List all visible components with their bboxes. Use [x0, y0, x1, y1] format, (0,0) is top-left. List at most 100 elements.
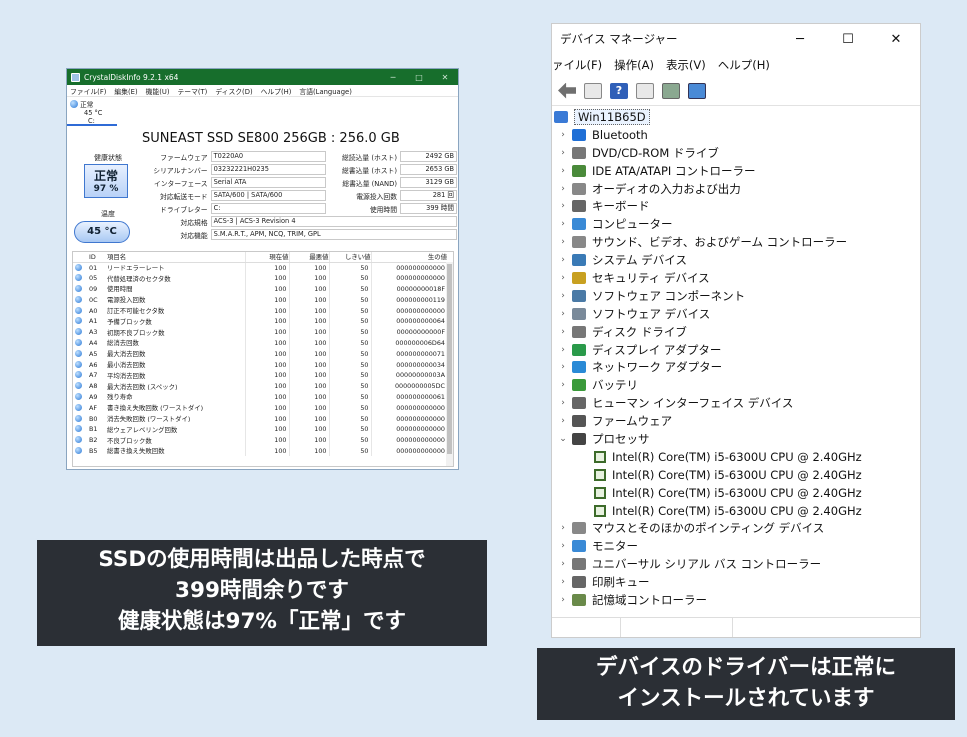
tree-category[interactable]: › ソフトウェア コンポーネント — [552, 287, 920, 305]
smart-row[interactable]: A7 平均消去回数 100 100 50 00000000003A — [73, 369, 447, 381]
tree-category[interactable]: › モニター — [552, 537, 920, 555]
chevron-right-icon[interactable]: › — [558, 273, 568, 283]
col-current[interactable]: 現在値 — [244, 252, 289, 263]
smart-row[interactable]: 05 代替処理済のセクタ数 100 100 50 000000000000 — [73, 272, 447, 284]
tree-device-processor[interactable]: Intel(R) Core(TM) i5-6300U CPU @ 2.40GHz — [552, 484, 920, 502]
chevron-right-icon[interactable]: › — [558, 523, 568, 533]
smart-row[interactable]: A0 訂正不可能セクタ数 100 100 50 000000000000 — [73, 305, 447, 316]
back-icon[interactable] — [558, 82, 576, 99]
view-icon[interactable] — [636, 82, 654, 99]
tree-category[interactable]: › オーディオの入力および出力 — [552, 180, 920, 198]
smart-row[interactable]: AF 書き換え失敗回数 (ワーストダイ) 100 100 50 000000000000 — [73, 402, 447, 414]
smart-row[interactable]: A6 最小消去回数 100 100 50 000000000034 — [73, 359, 447, 370]
menu-theme[interactable]: テーマ(T) — [177, 86, 207, 96]
menu-help[interactable]: ヘルプ(H) — [261, 86, 292, 96]
smart-row[interactable]: A9 残り寿命 100 100 50 000000000061 — [73, 391, 447, 403]
tree-category[interactable]: › サウンド、ビデオ、およびゲーム コントローラー — [552, 233, 920, 251]
chevron-right-icon[interactable]: › — [558, 184, 568, 194]
menu-disk[interactable]: ディスク(D) — [215, 86, 252, 96]
tree-category[interactable]: › IDE ATA/ATAPI コントローラー — [552, 162, 920, 180]
tree-category[interactable]: › Bluetooth — [552, 126, 920, 144]
smart-row[interactable]: 09 使用時間 100 100 50 00000000018F — [73, 283, 447, 295]
tree-category[interactable]: › マウスとそのほかのポインティング デバイス — [552, 519, 920, 537]
monitor-icon[interactable] — [688, 82, 706, 99]
smart-row[interactable]: A8 最大消去回数 (スペック) 100 100 50 0000000005DC — [73, 380, 447, 392]
minimize-icon[interactable]: ─ — [776, 32, 824, 47]
tree-category[interactable]: › ヒューマン インターフェイス デバイス — [552, 394, 920, 412]
chevron-right-icon[interactable]: › — [558, 327, 568, 337]
properties-icon[interactable] — [584, 82, 602, 99]
chevron-right-icon[interactable]: › — [558, 398, 568, 408]
smart-scroll-thumb[interactable] — [447, 264, 452, 454]
menu-help[interactable]: ヘルプ(H) — [718, 57, 770, 73]
chevron-right-icon[interactable]: › — [558, 380, 568, 390]
tree-category[interactable]: › セキュリティ デバイス — [552, 269, 920, 287]
chevron-right-icon[interactable]: › — [558, 362, 568, 372]
disk-tab-c[interactable]: 正常 45 °C C: — [67, 98, 117, 126]
chevron-right-icon[interactable]: › — [558, 577, 568, 587]
chevron-right-icon[interactable]: › — [558, 541, 568, 551]
close-icon[interactable]: ✕ — [432, 73, 458, 82]
smart-row[interactable]: B5 総書き換え失敗回数 100 100 50 000000000000 — [73, 445, 447, 457]
menu-language[interactable]: 言語(Language) — [299, 86, 351, 96]
tree-category[interactable]: › ディスク ドライブ — [552, 323, 920, 341]
tree-category[interactable]: › ファームウェア — [552, 412, 920, 430]
chevron-right-icon[interactable]: › — [558, 416, 568, 426]
chevron-right-icon[interactable]: › — [558, 166, 568, 176]
chevron-right-icon[interactable]: › — [558, 595, 568, 605]
tree-device-processor[interactable]: Intel(R) Core(TM) i5-6300U CPU @ 2.40GHz — [552, 502, 920, 520]
tree-category[interactable]: › ネットワーク アダプター — [552, 358, 920, 376]
tree-category[interactable]: › ソフトウェア デバイス — [552, 305, 920, 323]
menu-file[interactable]: ファイル(F) — [70, 86, 106, 96]
chevron-right-icon[interactable]: › — [558, 148, 568, 158]
tree-category[interactable]: › コンピューター — [552, 215, 920, 233]
smart-row[interactable]: B2 不良ブロック数 100 100 50 000000000000 — [73, 434, 447, 446]
chevron-right-icon[interactable]: › — [558, 219, 568, 229]
tree-category[interactable]: › キーボード — [552, 197, 920, 215]
chevron-right-icon[interactable]: › — [558, 201, 568, 211]
chevron-right-icon[interactable]: › — [558, 255, 568, 265]
tree-device-processor[interactable]: Intel(R) Core(TM) i5-6300U CPU @ 2.40GHz — [552, 448, 920, 466]
smart-row[interactable]: B1 総ウェアレベリング回数 100 100 50 000000000000 — [73, 423, 447, 435]
chevron-down-icon[interactable]: ⌄ — [558, 434, 568, 444]
tree-category[interactable]: › DVD/CD-ROM ドライブ — [552, 144, 920, 162]
col-attribute[interactable]: 項目名 — [105, 252, 245, 263]
maximize-icon[interactable]: ☐ — [824, 32, 872, 47]
col-id[interactable]: ID — [87, 252, 105, 263]
menu-edit[interactable]: 編集(E) — [114, 86, 137, 96]
smart-row[interactable]: A3 初期不良ブロック数 100 100 50 00000000000F — [73, 326, 447, 338]
chevron-right-icon[interactable]: › — [558, 309, 568, 319]
menu-file[interactable]: ァイル(F) — [552, 57, 602, 73]
chevron-right-icon[interactable]: › — [558, 130, 568, 140]
menu-function[interactable]: 機能(U) — [146, 86, 170, 96]
chevron-right-icon[interactable]: › — [558, 559, 568, 569]
minimize-icon[interactable]: ─ — [380, 73, 406, 82]
tree-category[interactable]: › 印刷キュー — [552, 573, 920, 591]
tree-category[interactable]: › ユニバーサル シリアル バス コントローラー — [552, 555, 920, 573]
menu-view[interactable]: 表示(V) — [666, 57, 706, 73]
close-icon[interactable]: ✕ — [872, 32, 920, 47]
chevron-right-icon[interactable]: › — [558, 345, 568, 355]
smart-row[interactable]: B0 消去失敗回数 (ワーストダイ) 100 100 50 000000000000 — [73, 413, 447, 424]
smart-row[interactable]: A5 最大消去回数 100 100 50 000000000071 — [73, 348, 447, 360]
tree-root[interactable]: Win11B65D — [554, 108, 920, 126]
update-driver-icon[interactable] — [662, 82, 680, 99]
col-raw[interactable]: 生の値 — [370, 252, 447, 263]
help-icon[interactable]: ? — [610, 82, 628, 99]
tree-category[interactable]: ⌄ プロセッサ — [552, 430, 920, 448]
tree-category[interactable]: › システム デバイス — [552, 251, 920, 269]
temperature-value[interactable]: 45 °C — [74, 221, 130, 243]
tree-device-processor[interactable]: Intel(R) Core(TM) i5-6300U CPU @ 2.40GHz — [552, 466, 920, 484]
tree-category[interactable]: › 記憶域コントローラー — [552, 591, 920, 609]
smart-row[interactable]: 01 リードエラーレート 100 100 50 000000000000 — [73, 262, 447, 273]
maximize-icon[interactable]: □ — [406, 73, 432, 82]
health-status-button[interactable]: 正常 97 % — [84, 164, 128, 198]
tree-category[interactable]: › バッテリ — [552, 376, 920, 394]
smart-row[interactable]: A1 予備ブロック数 100 100 50 000000000064 — [73, 315, 447, 327]
col-threshold[interactable]: しきい値 — [328, 252, 371, 263]
smart-row[interactable]: A4 総消去回数 100 100 50 000000006D64 — [73, 337, 447, 349]
smart-row[interactable]: 0C 電源投入回数 100 100 50 000000000119 — [73, 294, 447, 306]
tree-category[interactable]: › ディスプレイ アダプター — [552, 341, 920, 359]
chevron-right-icon[interactable]: › — [558, 291, 568, 301]
chevron-right-icon[interactable]: › — [558, 237, 568, 247]
